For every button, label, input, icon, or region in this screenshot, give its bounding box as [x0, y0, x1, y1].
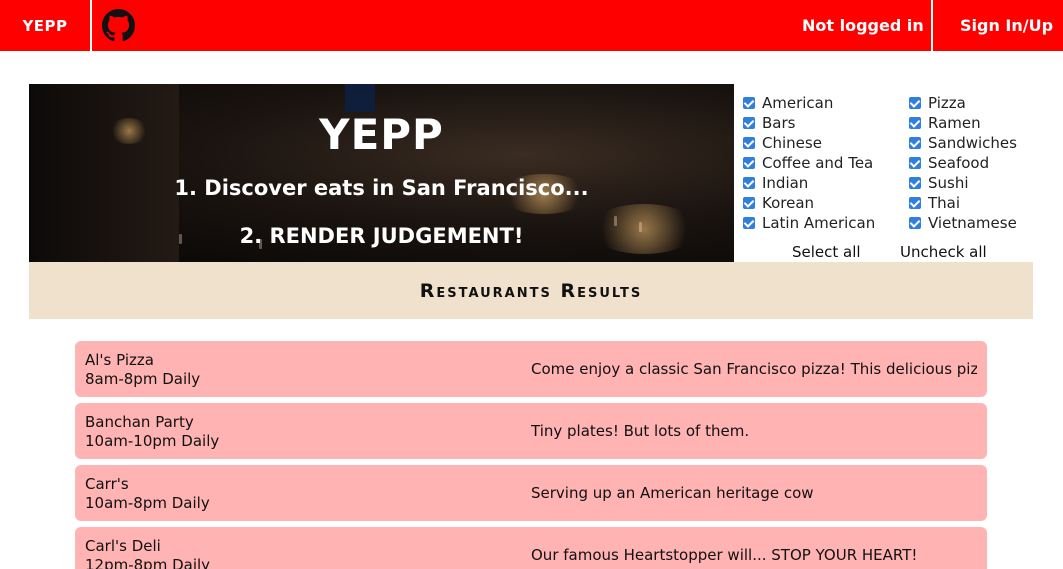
filter-label: Chinese: [762, 134, 822, 152]
checkbox-checked-icon[interactable]: [743, 197, 755, 209]
checkbox-checked-icon[interactable]: [909, 197, 921, 209]
filter-label: Indian: [762, 174, 809, 192]
checkbox-checked-icon[interactable]: [743, 137, 755, 149]
restaurant-name: Al's Pizza: [85, 351, 154, 369]
restaurant-name: Carr's: [85, 475, 129, 493]
hero-banner: YEPP 1. Discover eats in San Francisco..…: [29, 84, 734, 262]
filter-label: American: [762, 94, 834, 112]
hero-background-window: [345, 84, 375, 112]
restaurant-card[interactable]: Banchan Party 10am-10pm Daily Tiny plate…: [75, 403, 987, 459]
sign-in-link[interactable]: Sign In/Up: [960, 0, 1053, 51]
filter-label: Thai: [928, 194, 961, 212]
checkbox-checked-icon[interactable]: [909, 157, 921, 169]
restaurant-hours: 8am-8pm Daily: [85, 370, 201, 388]
nav-divider: [90, 0, 92, 51]
filter-label: Ramen: [928, 114, 981, 132]
hero-tagline-1: 1. Discover eats in San Francisco...: [174, 176, 589, 200]
filter-seafood[interactable]: Seafood: [909, 153, 989, 173]
top-nav-bar: YEPP Not logged in Sign In/Up: [0, 0, 1063, 51]
restaurant-description: Serving up an American heritage cow: [531, 484, 814, 502]
checkbox-checked-icon[interactable]: [909, 137, 921, 149]
restaurant-description: Come enjoy a classic San Francisco pizza…: [531, 360, 977, 378]
filter-label: Latin American: [762, 214, 876, 232]
filter-bars[interactable]: Bars: [743, 113, 795, 133]
select-all-button[interactable]: Select all: [792, 243, 861, 261]
restaurant-description: Our famous Heartstopper will... STOP YOU…: [531, 546, 918, 564]
filter-label: Vietnamese: [928, 214, 1017, 232]
restaurant-card[interactable]: Al's Pizza 8am-8pm Daily Come enjoy a cl…: [75, 341, 987, 397]
checkbox-checked-icon[interactable]: [743, 97, 755, 109]
hero-title: YEPP: [319, 110, 444, 159]
filter-chinese[interactable]: Chinese: [743, 133, 822, 153]
filter-label: Seafood: [928, 154, 990, 172]
checkbox-checked-icon[interactable]: [743, 117, 755, 129]
filter-label: Pizza: [928, 94, 966, 112]
uncheck-all-button[interactable]: Uncheck all: [900, 243, 987, 261]
restaurant-description: Tiny plates! But lots of them.: [531, 422, 750, 440]
filter-coffee-and-tea[interactable]: Coffee and Tea: [743, 153, 873, 173]
restaurant-name: Carl's Deli: [85, 537, 161, 555]
checkbox-checked-icon[interactable]: [909, 177, 921, 189]
checkbox-checked-icon[interactable]: [909, 217, 921, 229]
filter-thai[interactable]: Thai: [909, 193, 960, 213]
checkbox-checked-icon[interactable]: [909, 117, 921, 129]
restaurant-card[interactable]: Carr's 10am-8pm Daily Serving up an Amer…: [75, 465, 987, 521]
filter-american[interactable]: American: [743, 93, 833, 113]
results-header: Restaurants Results: [29, 262, 1033, 319]
filter-label: Coffee and Tea: [762, 154, 874, 172]
filter-latin-american[interactable]: Latin American: [743, 213, 875, 233]
filter-pizza[interactable]: Pizza: [909, 93, 966, 113]
restaurant-card[interactable]: Carl's Deli 12pm-8pm Daily Our famous He…: [75, 527, 987, 569]
filter-korean[interactable]: Korean: [743, 193, 814, 213]
github-icon[interactable]: [102, 9, 135, 42]
restaurant-hours: 12pm-8pm Daily: [85, 556, 211, 569]
filter-label: Bars: [762, 114, 796, 132]
filter-sushi[interactable]: Sushi: [909, 173, 969, 193]
nav-divider: [931, 0, 933, 51]
brand-logo[interactable]: YEPP: [0, 0, 90, 51]
restaurant-hours: 10am-8pm Daily: [85, 494, 210, 512]
filter-vietnamese[interactable]: Vietnamese: [909, 213, 1017, 233]
filter-sandwiches[interactable]: Sandwiches: [909, 133, 1017, 153]
hero-tagline-2: 2. RENDER JUDGEMENT!: [239, 224, 524, 248]
checkbox-checked-icon[interactable]: [743, 217, 755, 229]
filter-label: Sandwiches: [928, 134, 1017, 152]
checkbox-checked-icon[interactable]: [743, 177, 755, 189]
filter-label: Korean: [762, 194, 815, 212]
checkbox-checked-icon[interactable]: [909, 97, 921, 109]
restaurant-hours: 10am-10pm Daily: [85, 432, 220, 450]
checkbox-checked-icon[interactable]: [743, 157, 755, 169]
filter-ramen[interactable]: Ramen: [909, 113, 981, 133]
filter-indian[interactable]: Indian: [743, 173, 808, 193]
login-status: Not logged in: [802, 16, 924, 35]
filter-label: Sushi: [928, 174, 969, 192]
restaurant-name: Banchan Party: [85, 413, 194, 431]
